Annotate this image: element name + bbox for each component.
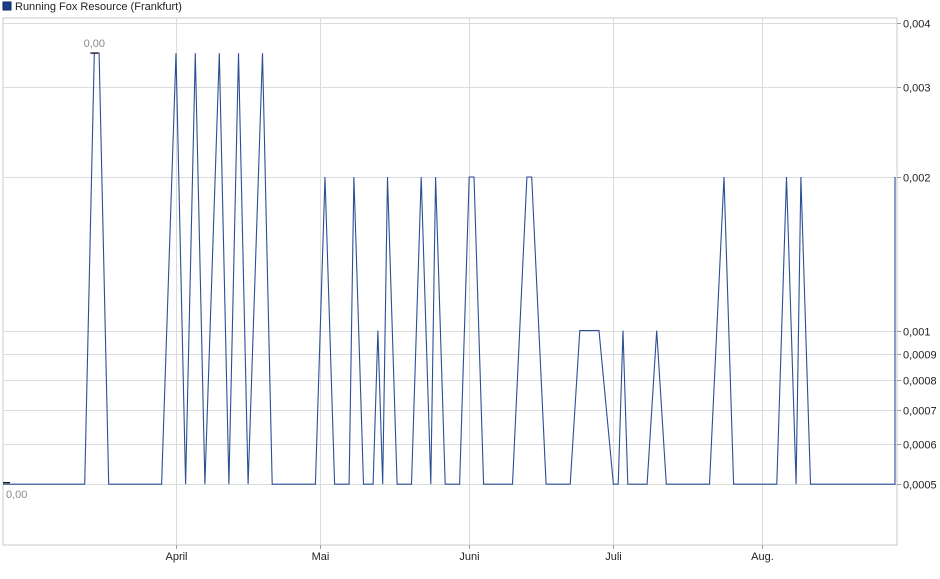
x-tick-label: Mai [312,551,330,563]
x-tick-label: Juni [459,551,479,563]
x-tick-label: Aug. [751,551,774,563]
x-axis: April Mai Juni Juli Aug. [165,545,774,563]
y-tick-label: 0,0006 [903,440,937,452]
y-tick-label: 0,001 [903,327,931,339]
legend-swatch [2,1,12,11]
y-tick-label: 0,004 [903,19,931,31]
y-tick-label: 0,003 [903,83,931,95]
y-tick-label: 0,0009 [903,350,937,362]
price-chart: Running Fox Resource (Frankfurt) 0,0040,… [2,1,937,563]
x-tick-label: Juli [605,551,622,563]
x-tick-label: April [165,551,187,563]
y-tick-label: 0,0005 [903,480,937,492]
max-value-label: 0,00 [84,38,105,50]
legend: Running Fox Resource (Frankfurt) [2,1,182,13]
y-axis: 0,004 0,003 0,002 0,001 0,0009 0,0008 0,0007 0,… [897,19,937,492]
y-tick-label: 0,002 [903,173,931,185]
legend-label: Running Fox Resource (Frankfurt) [15,1,182,13]
min-value-label: 0,00 [6,489,27,501]
y-tick-label: 0,0007 [903,406,937,418]
y-tick-label: 0,0008 [903,376,937,388]
